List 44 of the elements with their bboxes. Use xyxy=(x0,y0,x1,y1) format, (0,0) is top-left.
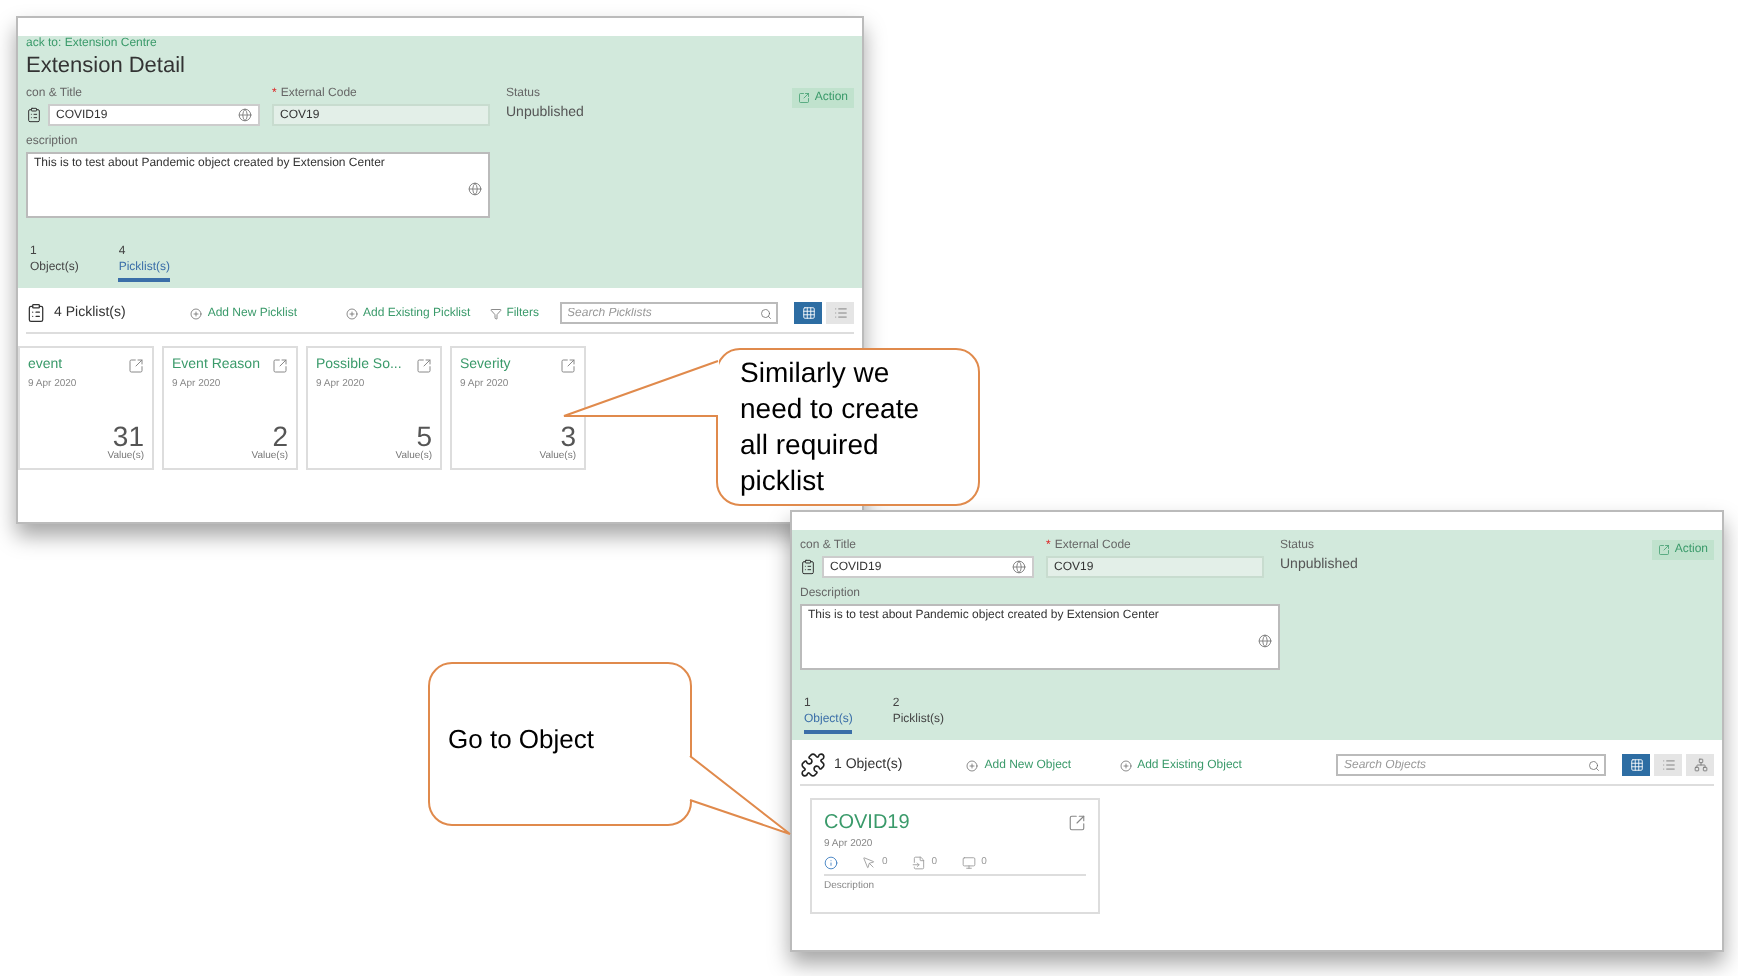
external-link-icon xyxy=(128,358,144,374)
value-count: 3 xyxy=(560,422,576,450)
clipboard-icon xyxy=(26,300,47,326)
globe-icon xyxy=(238,108,252,122)
globe-icon xyxy=(1258,634,1272,648)
view-toggle[interactable] xyxy=(794,302,822,324)
grid-icon xyxy=(1629,758,1643,772)
puzzle-icon xyxy=(800,752,826,778)
external-link-icon xyxy=(416,358,432,374)
form-icon xyxy=(911,856,926,870)
plus-icon xyxy=(189,307,202,319)
filter-icon xyxy=(490,307,503,319)
monitor-icon xyxy=(961,856,976,870)
list-icon xyxy=(1661,758,1675,772)
view-toggle[interactable] xyxy=(826,302,854,324)
grid-icon xyxy=(801,306,815,320)
plus-icon xyxy=(966,759,979,771)
info-icon xyxy=(824,856,838,870)
callout: Similarly we need to create all required picklist xyxy=(716,348,980,506)
list-icon xyxy=(833,306,847,320)
document-icon xyxy=(800,558,816,576)
external-link-icon xyxy=(1068,814,1086,832)
external-link-icon xyxy=(1658,544,1671,556)
value-count: 31 xyxy=(112,422,144,450)
page-title: Extension Detail xyxy=(26,56,187,78)
view-toggle[interactable] xyxy=(1622,754,1650,776)
plus-icon xyxy=(345,307,357,319)
globe-icon xyxy=(1012,560,1026,574)
hierarchy-icon xyxy=(1693,758,1707,772)
callout: Go to Object xyxy=(428,662,692,826)
plus-icon xyxy=(1119,759,1132,771)
globe-icon xyxy=(468,182,482,196)
search-icon xyxy=(760,307,772,319)
view-toggle[interactable] xyxy=(1686,754,1714,776)
pointer-icon xyxy=(862,856,876,870)
document-icon xyxy=(26,106,42,124)
value-count: 5 xyxy=(416,422,432,450)
external-link-icon xyxy=(798,92,811,104)
external-link-icon xyxy=(560,358,576,374)
search-icon xyxy=(1588,759,1600,771)
view-toggle[interactable] xyxy=(1654,754,1682,776)
card-title: COVID19 xyxy=(824,814,910,834)
value-count: 2 xyxy=(272,422,288,450)
external-link-icon xyxy=(272,358,288,374)
